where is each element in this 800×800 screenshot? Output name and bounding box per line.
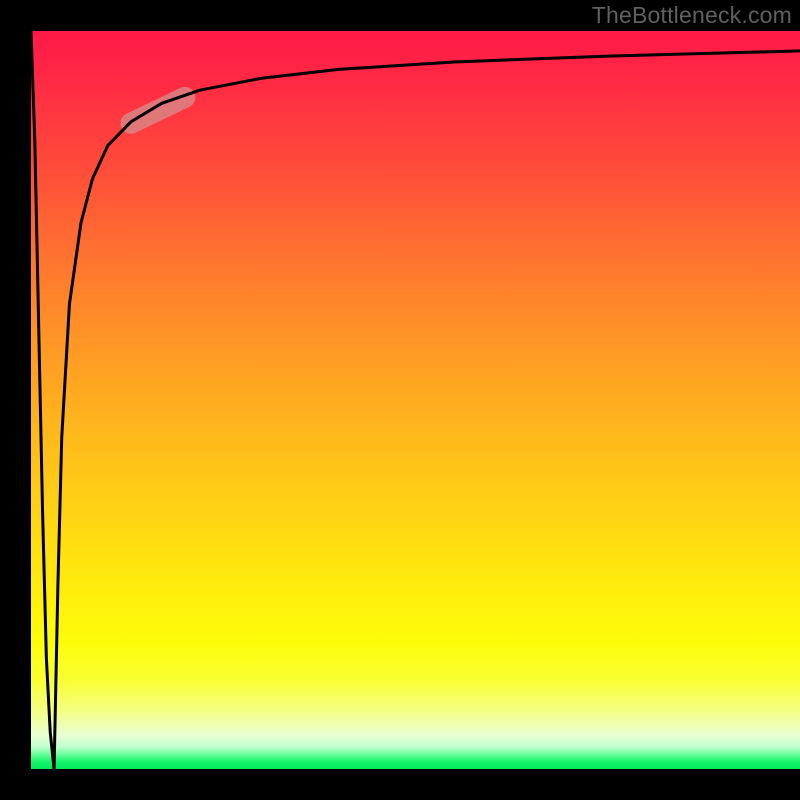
series-group: [31, 31, 800, 769]
series-curve-down: [31, 31, 54, 769]
highlight-group: [131, 97, 185, 123]
plot-frame: [0, 0, 800, 800]
series-curve-up: [54, 51, 800, 769]
plot-area: [31, 31, 800, 769]
highlight-segment: [131, 97, 185, 123]
watermark-label: TheBottleneck.com: [592, 2, 792, 29]
chart-curves-svg: [31, 31, 800, 769]
